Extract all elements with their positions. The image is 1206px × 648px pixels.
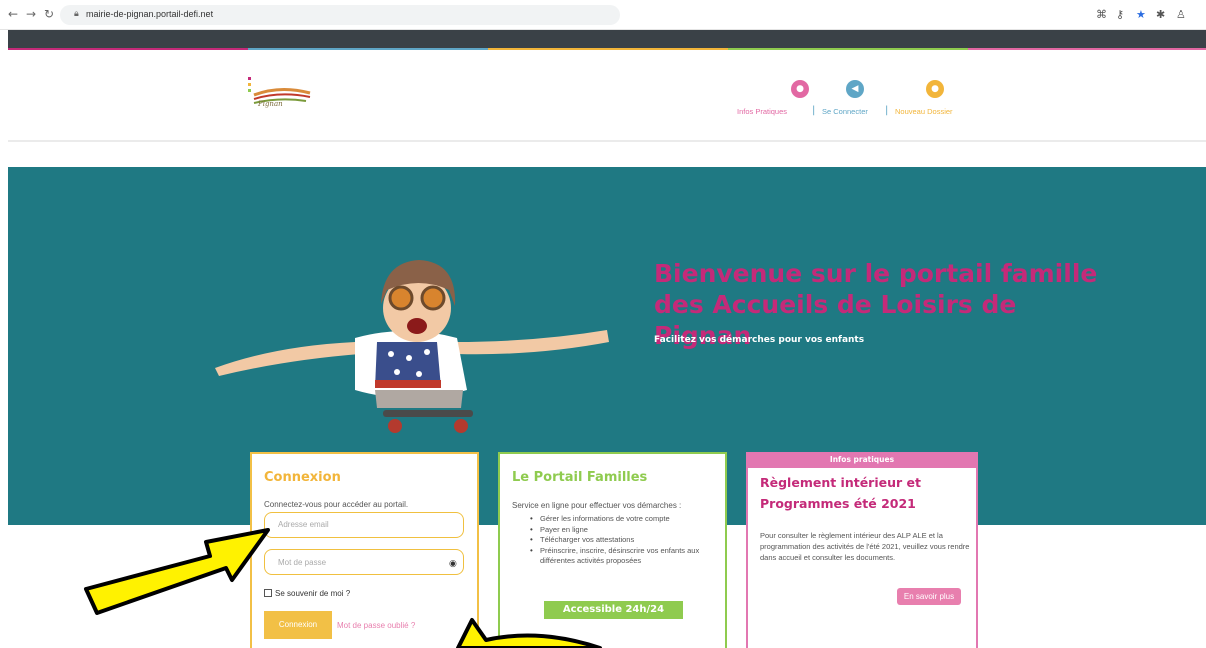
annotation-arrows: [84, 528, 602, 648]
page: ← → ↻ 🔒︎ mairie-de-pignan.portail-defi.n…: [0, 0, 1206, 648]
arrow-to-forgot-link: [456, 618, 602, 648]
arrow-to-email-field: [84, 528, 270, 615]
